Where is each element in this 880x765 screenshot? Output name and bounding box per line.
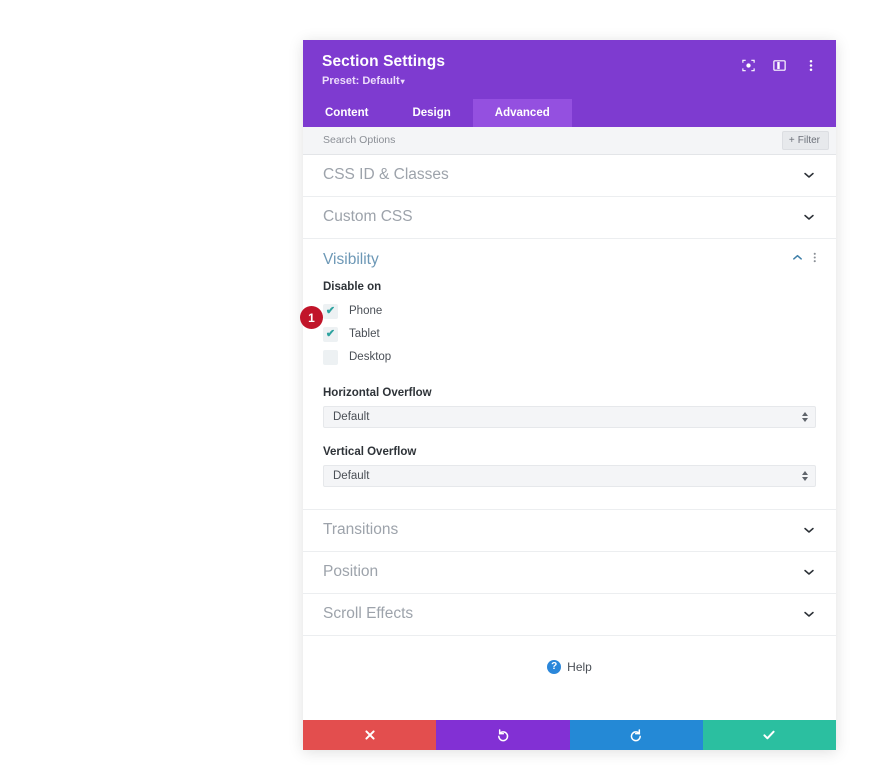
section-more-options-icon[interactable] [813,251,817,269]
section-header-icons [791,251,817,269]
checkbox-label: Phone [349,305,383,318]
vertical-overflow-field: Vertical Overflow Default [323,446,816,487]
check-icon: ✔ [325,327,336,340]
help-link[interactable]: ? Help [547,659,592,674]
section-css-id-classes[interactable]: CSS ID & Classes [303,155,836,197]
tab-advanced[interactable]: Advanced [472,98,572,127]
section-label: Custom CSS [323,208,413,226]
section-label: Scroll Effects [323,605,414,623]
action-bar [303,719,836,750]
vertical-overflow-select[interactable]: Default [323,464,816,487]
section-label: Transitions [323,521,399,539]
help-area: ? Help [303,635,836,698]
plus-icon: + [788,134,795,146]
page-title: Section Settings [322,53,446,70]
chevron-down-icon [802,565,816,579]
section-transitions[interactable]: Transitions [303,510,836,552]
chevron-down-icon [802,168,816,182]
vertical-overflow-select-wrap: Default [323,464,816,487]
section-visibility-header[interactable]: Visibility [303,239,836,281]
header-titles: Section Settings Preset: Default▾ [322,53,445,88]
layout-panel-icon[interactable] [771,57,788,74]
tab-content[interactable]: Content [303,99,390,127]
visibility-body: Disable on ✔ Phone ✔ Tablet Desktop Hori… [303,281,836,509]
chevron-up-icon[interactable] [791,251,804,269]
header-icons [740,53,819,74]
section-position[interactable]: Position [303,552,836,594]
more-options-icon[interactable] [802,57,819,74]
section-label: CSS ID & Classes [323,166,449,184]
checkbox-tablet[interactable]: ✔ Tablet [323,323,816,346]
horizontal-overflow-select[interactable]: Default [323,405,816,428]
chevron-down-icon [802,210,816,224]
horizontal-overflow-select-wrap: Default [323,405,816,428]
cancel-button[interactable] [303,719,437,750]
search-bar: +Filter [303,126,836,155]
filter-button[interactable]: + Filter [781,130,829,150]
help-label: Help [567,659,592,674]
checkbox-box: ✔ [323,303,338,319]
tab-bar: Content Design Advanced [303,98,836,127]
chevron-down-icon [802,523,816,537]
step-badge: 1 [300,306,323,329]
section-label: Visibility [323,250,379,268]
chevron-down-icon: ▾ [400,76,405,86]
preset-label: Preset: Default [322,74,400,87]
vertical-overflow-label: Vertical Overflow [323,445,417,458]
checkbox-phone[interactable]: ✔ Phone [323,300,816,323]
help-icon: ? [547,659,562,674]
checkbox-box: ✔ [323,326,338,342]
redo-button[interactable] [569,719,703,750]
section-custom-css[interactable]: Custom CSS [303,197,836,239]
save-button[interactable] [702,719,836,750]
undo-icon [496,728,510,742]
redo-icon [629,728,643,742]
section-scroll-effects[interactable]: Scroll Effects [303,594,836,636]
check-icon: ✔ [325,304,336,317]
undo-button[interactable] [436,719,570,750]
close-icon [364,729,376,741]
section-settings-panel: Section Settings Preset: Default▾ Conten… [303,40,836,750]
tab-design[interactable]: Design [390,99,472,127]
horizontal-overflow-label: Horizontal Overflow [323,386,432,399]
footer-spacer [303,697,836,720]
checkbox-label: Tablet [349,328,380,341]
focus-icon[interactable] [740,57,757,74]
horizontal-overflow-field: Horizontal Overflow Default [323,387,816,428]
panel-header: Section Settings Preset: Default▾ [303,40,836,99]
section-visibility: Visibility Disable on ✔ Phone ✔ Tablet D… [303,239,836,510]
filter-button-label: Filter [797,134,820,146]
preset-selector[interactable]: Preset: Default▾ [322,75,445,88]
search-input[interactable] [323,134,623,147]
checkbox-label: Desktop [349,351,392,364]
check-icon [762,728,776,742]
section-label: Position [323,563,379,581]
chevron-down-icon [802,607,816,621]
checkbox-desktop[interactable]: Desktop [323,346,816,369]
checkbox-box [323,349,338,365]
disable-on-label: Disable on [323,280,382,293]
